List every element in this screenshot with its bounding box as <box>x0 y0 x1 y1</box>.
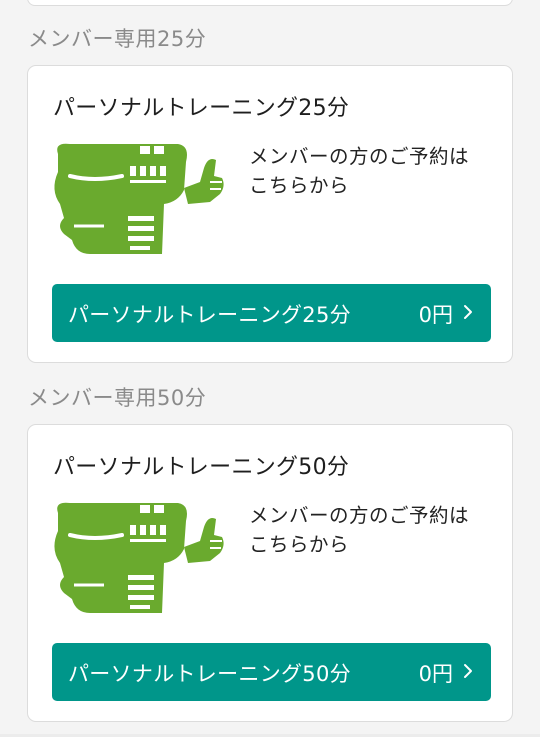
button-label: パーソナルトレーニング50分 <box>68 662 351 686</box>
card-description: メンバーの方のご予約は こちらから <box>249 501 489 559</box>
card-description: メンバーの方のご予約は こちらから <box>249 142 489 200</box>
section-label-25min: メンバー専用25分 <box>28 27 207 51</box>
description-line-1: メンバーの方のご予約は <box>249 145 470 168</box>
page: メンバー専用25分 パーソナルトレーニング25分 メンバーの方のご予約は こちら… <box>0 0 540 737</box>
book-button-50min[interactable]: パーソナルトレーニング50分 0円 <box>52 643 491 701</box>
description-line-2: こちらから <box>249 533 350 556</box>
button-price: 0円 <box>418 662 453 686</box>
mascot-icon <box>54 502 224 613</box>
plan-card-50min: パーソナルトレーニング50分 メンバーの方のご予約は こちらから パーソナルトレ… <box>27 424 513 722</box>
description-line-1: メンバーの方のご予約は <box>249 504 470 527</box>
chevron-right-icon <box>464 664 472 678</box>
book-button-25min[interactable]: パーソナルトレーニング25分 0円 <box>52 284 491 342</box>
mascot-icon <box>54 143 224 254</box>
chevron-right-icon <box>464 305 472 319</box>
card-title: パーソナルトレーニング25分 <box>53 96 350 121</box>
description-line-2: こちらから <box>249 174 350 197</box>
button-price: 0円 <box>418 303 453 327</box>
section-label-50min: メンバー専用50分 <box>28 386 207 410</box>
previous-card-edge <box>27 0 513 6</box>
button-label: パーソナルトレーニング25分 <box>68 303 351 327</box>
plan-card-25min: パーソナルトレーニング25分 メンバーの方のご予約は こちらから パーソナルトレ… <box>27 65 513 363</box>
card-title: パーソナルトレーニング50分 <box>53 455 350 480</box>
